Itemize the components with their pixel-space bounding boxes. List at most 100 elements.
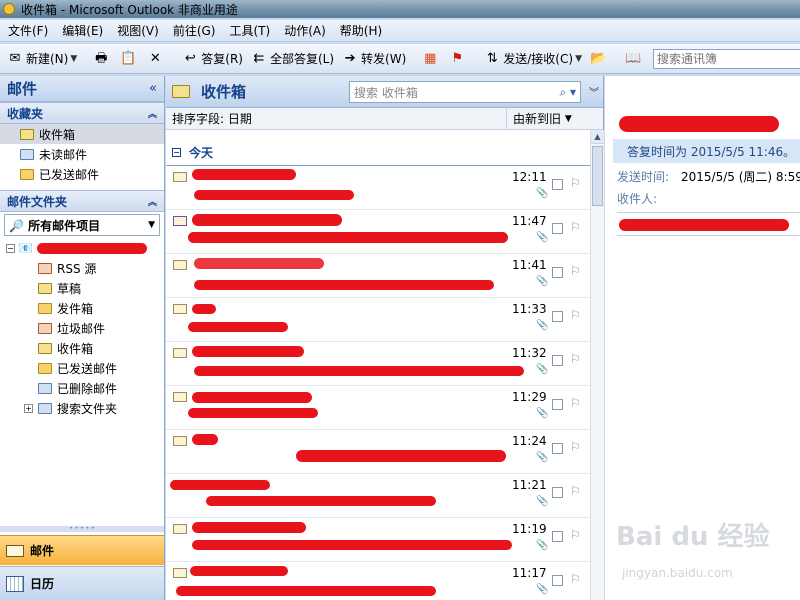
message-row[interactable]: 11:33 📎 ⚐ — [166, 298, 603, 342]
message-row[interactable]: 11:29 📎 ⚐ — [166, 386, 603, 430]
message-row[interactable]: 11:41 📎 ⚐ — [166, 254, 603, 298]
search-contacts-input[interactable] — [652, 48, 800, 69]
search-icon[interactable]: ⌕ ▾ — [559, 85, 576, 100]
flag-icon[interactable]: ⚐ — [570, 484, 581, 498]
group-today[interactable]: − 今天 — [166, 140, 603, 166]
favorite-inbox[interactable]: 收件箱 — [0, 124, 164, 144]
envelope-read-icon — [173, 348, 187, 358]
menu-edit[interactable]: 编辑(E) — [62, 22, 103, 39]
reply-all-button[interactable]: ⇇ 全部答复(L) — [248, 47, 337, 71]
chevron-down-icon[interactable]: ▼ — [575, 54, 582, 64]
chevron-down-icon[interactable]: ▼ — [70, 54, 77, 64]
flag-icon[interactable]: ⚐ — [570, 572, 581, 586]
flag-icon[interactable]: ⚐ — [570, 264, 581, 278]
category-checkbox[interactable] — [552, 399, 563, 410]
message-row[interactable]: 11:47 📎 ⚐ — [166, 210, 603, 254]
chevron-up-icon: ︽ — [147, 197, 157, 208]
attachment-icon: 📎 — [536, 232, 549, 243]
category-checkbox[interactable] — [552, 443, 563, 454]
forward-button[interactable]: ➔ 转发(W) — [339, 47, 409, 71]
flag-icon[interactable]: ⚐ — [570, 396, 581, 410]
red-flag-icon: ⚑ — [451, 50, 464, 66]
message-row[interactable]: 11:24 📎 ⚐ — [166, 430, 603, 474]
address-book-button[interactable]: 📖 — [622, 47, 647, 71]
folder-deleted[interactable]: 已删除邮件 — [0, 378, 164, 398]
collapse-icon[interactable]: − — [6, 243, 15, 253]
find-contact-button[interactable]: 📂 — [587, 47, 612, 71]
arranged-by-label[interactable]: 排序字段: 日期 — [166, 110, 252, 127]
category-checkbox[interactable] — [552, 531, 563, 542]
flag-icon[interactable]: ⚐ — [570, 220, 581, 234]
all-mail-items-dropdown[interactable]: 🔎 所有邮件项目 ▼ — [4, 214, 160, 236]
category-checkbox[interactable] — [552, 311, 563, 322]
message-row[interactable]: 11:21 📎 ⚐ — [166, 474, 603, 518]
envelope-read-icon — [173, 524, 187, 534]
mailbox-root[interactable]: − 📧 — [0, 238, 164, 258]
menu-view[interactable]: 视图(V) — [117, 22, 159, 39]
category-checkbox[interactable] — [552, 179, 563, 190]
folder-search-folders[interactable]: + 搜索文件夹 — [0, 398, 164, 418]
category-checkbox[interactable] — [552, 487, 563, 498]
arrange-bar[interactable]: 排序字段: 日期 由新到旧 ▼ — [166, 107, 603, 130]
message-row[interactable]: 11:17 📎 ⚐ — [166, 562, 603, 600]
chevron-down-double-icon[interactable]: ︾ — [589, 84, 599, 99]
attachments-row[interactable] — [617, 212, 800, 236]
folder-drafts[interactable]: 草稿 — [0, 278, 164, 298]
move-to-folder-button[interactable]: 📋 — [117, 47, 142, 71]
category-checkbox[interactable] — [552, 267, 563, 278]
folder-inbox[interactable]: 收件箱 — [0, 338, 164, 358]
expand-icon[interactable]: + — [24, 403, 33, 413]
categorize-button[interactable]: ▦ — [419, 47, 444, 71]
message-row[interactable]: 12:11 📎 ⚐ — [166, 166, 603, 210]
folder-search-icon: 📂 — [589, 50, 607, 66]
mail-nav-button[interactable]: 邮件 — [0, 535, 164, 565]
menu-go[interactable]: 前往(G) — [173, 22, 216, 39]
message-time: 11:17 — [512, 566, 547, 580]
message-row[interactable]: 11:19 📎 ⚐ — [166, 518, 603, 562]
menu-tools[interactable]: 工具(T) — [229, 22, 270, 39]
folder-outbox[interactable]: 发件箱 — [0, 298, 164, 318]
menu-actions[interactable]: 动作(A) — [284, 22, 326, 39]
inbox-search-box[interactable]: 搜索 收件箱 ⌕ ▾ — [349, 81, 581, 103]
redacted-subject — [188, 408, 318, 418]
redacted-sender — [192, 169, 296, 180]
message-row[interactable]: 11:32 📎 ⚐ — [166, 342, 603, 386]
favorites-header[interactable]: 收藏夹 ︽ — [0, 102, 164, 124]
redacted-subject — [194, 280, 494, 290]
category-checkbox[interactable] — [552, 223, 563, 234]
flag-icon[interactable]: ⚐ — [570, 528, 581, 542]
folder-sent[interactable]: 已发送邮件 — [0, 358, 164, 378]
favorite-unread[interactable]: 未读邮件 — [0, 144, 164, 164]
calendar-nav-button[interactable]: 日历 — [0, 566, 164, 600]
flag-icon[interactable]: ⚐ — [570, 352, 581, 366]
scrollbar-thumb[interactable] — [592, 146, 603, 206]
category-checkbox[interactable] — [552, 575, 563, 586]
follow-up-button[interactable]: ⚑ — [446, 47, 471, 71]
print-button[interactable]: 🖶 — [90, 47, 115, 71]
message-time: 11:32 — [512, 346, 547, 360]
nav-splitter-handle[interactable]: • • • • • — [0, 526, 164, 532]
collapse-chevron-icon[interactable]: « — [149, 81, 157, 96]
collapse-icon[interactable]: − — [172, 148, 181, 157]
mail-folders-header[interactable]: 邮件文件夹 ︽ — [0, 190, 164, 212]
category-checkbox[interactable] — [552, 355, 563, 366]
inbox-search-input[interactable]: 搜索 收件箱 — [354, 84, 418, 101]
sort-order-toggle[interactable]: 由新到旧 ▼ — [506, 107, 572, 130]
scroll-up-arrow-icon[interactable]: ▲ — [591, 130, 604, 144]
send-receive-icon: ⇅ — [486, 50, 498, 66]
flag-icon[interactable]: ⚐ — [570, 308, 581, 322]
new-button[interactable]: ✉ 新建(N) ▼ — [4, 47, 80, 71]
delete-button[interactable]: ✕ — [144, 47, 169, 71]
menu-file[interactable]: 文件(F) — [8, 22, 48, 39]
flag-icon[interactable]: ⚐ — [570, 440, 581, 454]
redacted-subject — [192, 540, 512, 550]
favorite-sent[interactable]: 已发送邮件 — [0, 164, 164, 184]
menu-help[interactable]: 帮助(H) — [340, 22, 382, 39]
send-receive-button[interactable]: ⇅ 发送/接收(C) ▼ — [481, 47, 585, 71]
folder-junk[interactable]: 垃圾邮件 — [0, 318, 164, 338]
message-list-scrollbar[interactable]: ▲ — [590, 130, 604, 600]
reply-info-bar[interactable]: 答复时间为 2015/5/5 11:46。 — [613, 139, 800, 163]
folder-rss[interactable]: RSS 源 — [0, 258, 164, 278]
reply-button[interactable]: ↩ 答复(R) — [179, 47, 246, 71]
flag-icon[interactable]: ⚐ — [570, 176, 581, 190]
